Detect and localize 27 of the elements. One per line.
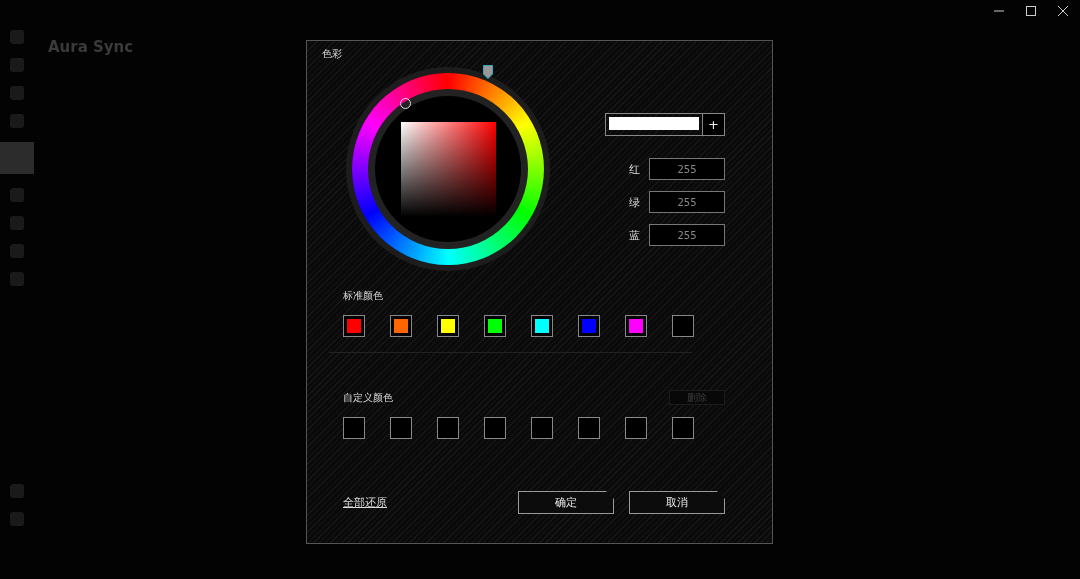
maximize-icon[interactable]	[1026, 6, 1036, 16]
section-label: 标准颜色	[343, 289, 384, 303]
hue-handle[interactable]	[483, 65, 493, 79]
empty-swatch[interactable]	[437, 417, 459, 439]
reset-link[interactable]: 全部还原	[343, 495, 387, 510]
dialog-title: 色彩	[322, 47, 343, 61]
empty-swatch[interactable]	[343, 417, 365, 439]
color-field[interactable]: +	[605, 113, 725, 136]
value-field[interactable]: 255	[649, 191, 725, 213]
empty-swatch[interactable]	[672, 315, 694, 337]
value-field[interactable]: 255	[649, 224, 725, 246]
ok-button[interactable]: 确定	[518, 491, 614, 514]
empty-swatch[interactable]	[578, 417, 600, 439]
empty-swatch[interactable]	[484, 417, 506, 439]
section-label: 自定义颜色	[343, 390, 393, 405]
empty-swatch[interactable]	[390, 417, 412, 439]
cancel-button[interactable]: 取消	[629, 491, 725, 514]
close-icon[interactable]	[1058, 6, 1068, 16]
empty-swatch[interactable]	[531, 417, 553, 439]
empty-swatch[interactable]	[625, 417, 647, 439]
add-color-button[interactable]: +	[702, 114, 724, 135]
channel-label: 绿	[629, 194, 640, 210]
empty-swatch[interactable]	[672, 417, 694, 439]
value-field[interactable]: 255	[649, 158, 725, 180]
channel-label: 蓝	[629, 227, 640, 243]
saturation-square[interactable]	[400, 121, 496, 217]
channel-label: 红	[629, 161, 640, 177]
